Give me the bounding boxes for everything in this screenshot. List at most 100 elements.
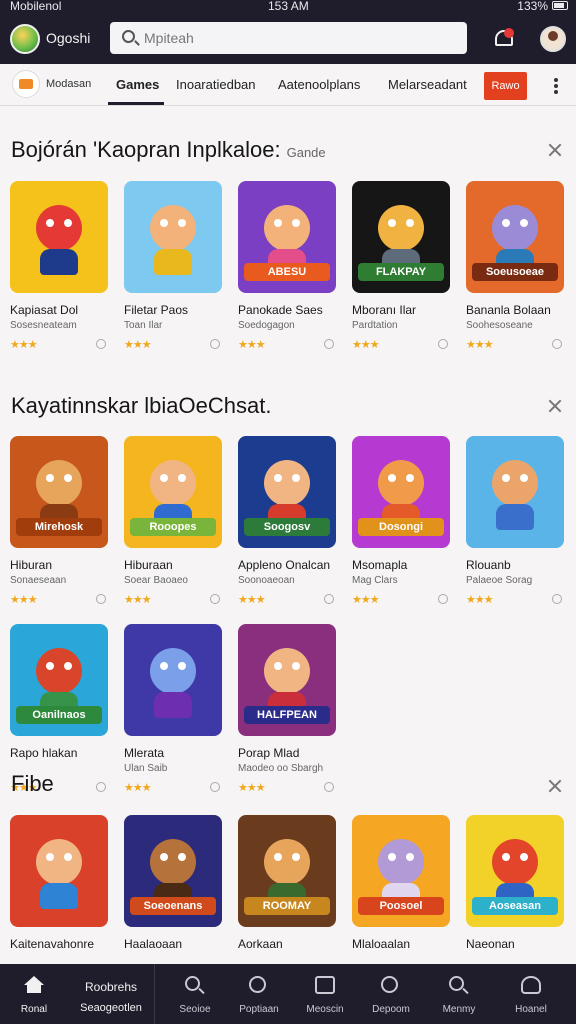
game-card[interactable]: Soeusoeae Bananla Bolaan Soohesoseane ★★★ [466,181,566,361]
game-card[interactable]: Rlouanb Palaeoe Sorag ★★★ [466,436,566,616]
nav-item-home[interactable]: Ronal [0,964,68,1024]
character-face [264,839,310,885]
character-face [150,205,196,251]
character-body [40,249,78,275]
rating-stars: ★★★ [238,782,266,794]
game-card[interactable]: Mlerata Ulan Saib ★★★ [124,624,224,804]
game-card[interactable]: Soogosv Appleno Onalcan Soonoaeoan ★★★ [238,436,338,616]
search-icon [122,30,135,43]
game-thumbnail[interactable]: Rooopes [124,436,222,548]
promo-title: Roobrehs [84,980,138,994]
info-icon[interactable] [438,339,448,349]
game-title: Msomapla [352,558,408,572]
character-face [150,839,196,885]
game-thumbnail[interactable] [10,815,108,927]
new-button[interactable]: Rawo [484,72,527,100]
app-logo-icon[interactable] [10,24,40,54]
info-icon[interactable] [96,594,106,604]
more-options-icon[interactable] [549,76,563,96]
tab-3[interactable]: Aatenoolplans [278,77,360,92]
game-thumbnail[interactable] [10,181,108,293]
game-thumbnail[interactable]: Soeoenans [124,815,222,927]
notification-badge [504,28,514,38]
nav-item-search[interactable]: Seoioe [164,964,226,1024]
info-icon[interactable] [438,594,448,604]
game-thumbnail[interactable]: Mirehosk [10,436,108,548]
rating-stars: ★★★ [10,594,38,606]
info-icon[interactable] [324,339,334,349]
game-thumbnail[interactable] [466,436,564,548]
close-icon[interactable] [548,779,562,793]
info-icon[interactable] [210,782,220,792]
user-icon [521,976,541,994]
game-card[interactable]: Filetar Paos Toan Ilar ★★★ [124,181,224,361]
character-face [36,460,82,506]
character-face [378,460,424,506]
game-thumbnail[interactable] [124,181,222,293]
character-face [36,648,82,694]
game-card[interactable]: Dosongi Msomapla Mag Clars ★★★ [352,436,452,616]
game-thumbnail[interactable]: Poosoel [352,815,450,927]
game-thumbnail[interactable]: ABESU [238,181,336,293]
brand-icon[interactable] [12,70,40,98]
info-icon[interactable] [324,594,334,604]
character-face [492,460,538,506]
rating-stars: ★★★ [10,339,38,351]
game-title: Porap Mlad [238,746,300,760]
game-developer: Soonoaeoan [238,575,295,586]
game-thumbnail[interactable]: Oanilnaos [10,624,108,736]
game-card[interactable]: HALFPEAN Porap Mlad Maodeo oo Sbargh ★★★ [238,624,338,804]
game-developer: Ulan Saib [124,763,168,774]
game-developer: Soedogagon [238,320,295,331]
game-thumbnail[interactable]: HALFPEAN [238,624,336,736]
game-card[interactable]: Kapiasat Dol Sosesneateam ★★★ [10,181,110,361]
game-thumbnail[interactable]: Soeusoeae [466,181,564,293]
game-card[interactable]: FLAKPAY Mboranı Ilar Pardtation ★★★ [352,181,452,361]
nav-item-depoom[interactable]: Depoom [360,964,422,1024]
tab-2[interactable]: Inoaratiedban [176,77,256,92]
promo-block[interactable]: Roobrehs Seaogeotlen [68,964,154,1024]
game-developer: Pardtation [352,320,398,331]
info-icon[interactable] [552,594,562,604]
character-body [154,692,192,718]
section-1-title: Bojórán 'Kaopran Inplkaloe: [11,137,281,162]
close-icon[interactable] [548,143,562,157]
character-face [150,460,196,506]
nav-label: Seoioe [179,1004,211,1015]
game-logo-text: Dosongi [358,518,444,536]
nav-item-apps[interactable]: Poptiaan [228,964,290,1024]
notification-button[interactable] [492,26,518,52]
info-icon[interactable] [324,782,334,792]
tab-games[interactable]: Games [116,77,159,92]
game-developer: Toan Ilar [124,320,163,331]
game-thumbnail[interactable]: Aoseasan [466,815,564,927]
game-thumbnail[interactable]: Soogosv [238,436,336,548]
game-card[interactable]: Mirehosk Hiburan Sonaeseaan ★★★ [10,436,110,616]
rating-stars: ★★★ [238,339,266,351]
game-title: Mlaloaalan [352,937,411,951]
nav-item-library[interactable]: Meoscin [294,964,356,1024]
game-thumbnail[interactable] [124,624,222,736]
avatar[interactable] [540,26,566,52]
search-input[interactable]: Mpiteah [110,22,467,54]
game-thumbnail[interactable]: FLAKPAY [352,181,450,293]
rating-stars: ★★★ [124,594,152,606]
tab-4[interactable]: Melarseadant [388,77,467,92]
close-icon[interactable] [548,399,562,413]
game-title: Mboranı Ilar [352,303,417,317]
nav-item-profile[interactable]: Hoanel [500,964,562,1024]
info-icon[interactable] [552,339,562,349]
character-face [378,205,424,251]
game-card[interactable]: Rooopes Hiburaan Soear Baoaeo ★★★ [124,436,224,616]
game-thumbnail[interactable]: ROOMAY [238,815,336,927]
nav-item-menmy[interactable]: Menmy [428,964,490,1024]
game-thumbnail[interactable]: Dosongi [352,436,450,548]
info-icon[interactable] [210,339,220,349]
game-title: Aorkaan [238,937,283,951]
info-icon[interactable] [96,339,106,349]
info-icon[interactable] [210,594,220,604]
rating-stars: ★★★ [238,594,266,606]
info-icon[interactable] [96,782,106,792]
character-body [496,504,534,530]
game-card[interactable]: ABESU Panokade Saes Soedogagon ★★★ [238,181,338,361]
